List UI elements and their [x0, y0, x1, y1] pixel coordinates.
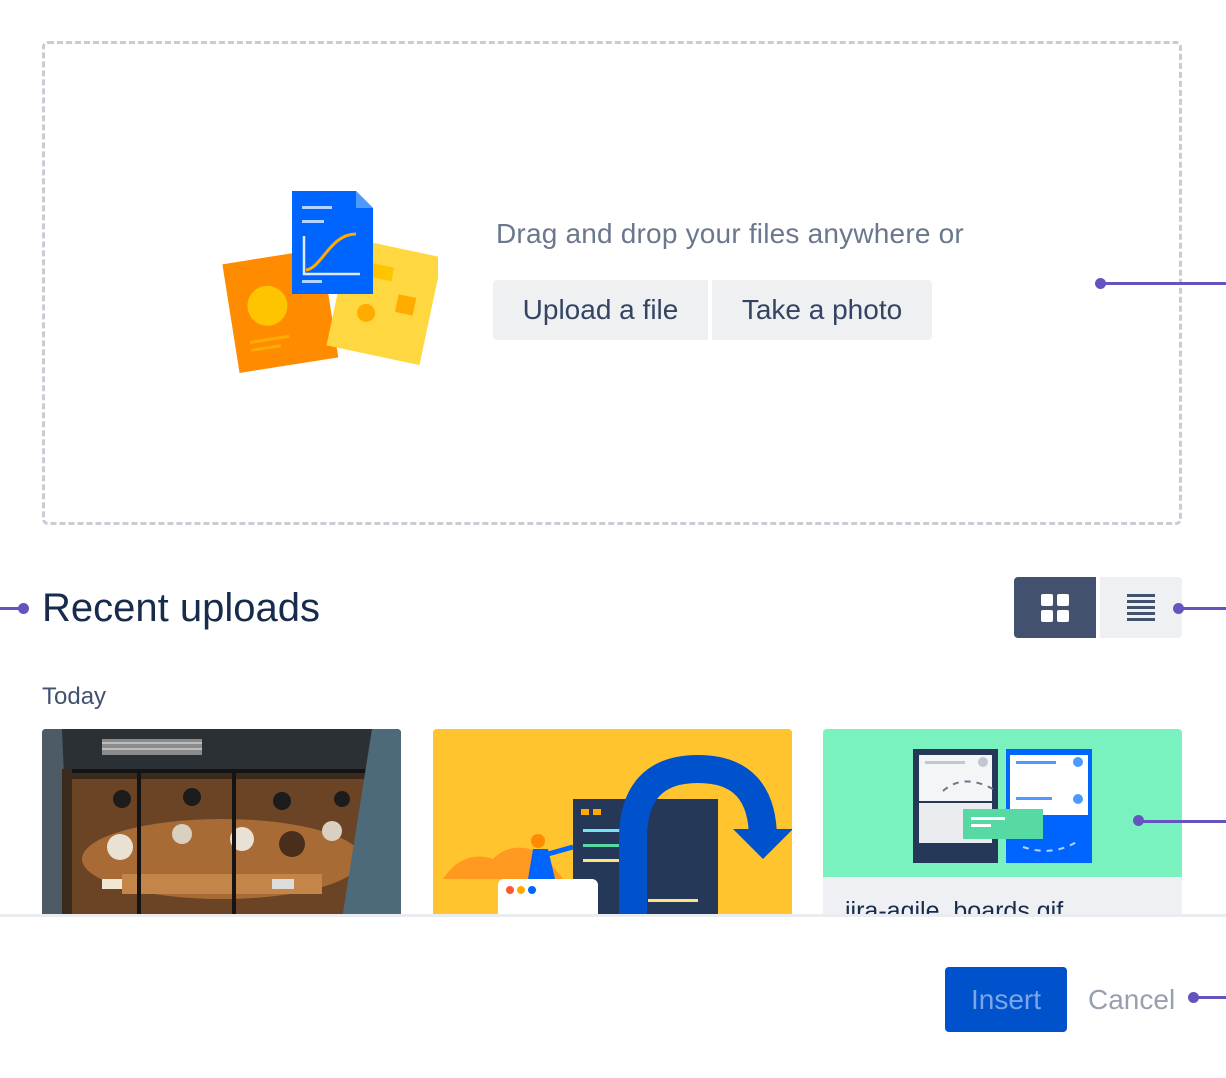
annotation-line-toggle — [1182, 607, 1226, 610]
list-view-button[interactable] — [1100, 577, 1182, 638]
upload-file-button[interactable]: Upload a file — [493, 280, 708, 340]
illustration-yellow-thumbnail — [433, 729, 792, 919]
group-date-label: Today — [42, 683, 107, 710]
insert-button[interactable]: Insert — [945, 967, 1067, 1032]
annotation-line-dropzone — [1100, 282, 1226, 285]
grid-view-button[interactable] — [1014, 577, 1096, 638]
annotation-dot-dropzone — [1095, 278, 1106, 289]
recent-uploads-title: Recent uploads — [42, 586, 320, 630]
upload-card[interactable] — [42, 729, 401, 919]
view-toggle — [1014, 577, 1182, 638]
dropzone-prompt: Drag and drop your files anywhere or — [496, 218, 964, 249]
cancel-button[interactable]: Cancel — [1080, 967, 1183, 1032]
grid-icon — [1041, 594, 1069, 622]
boards-illustration — [913, 749, 1092, 863]
footer-divider — [0, 914, 1226, 917]
annotation-dot-card — [1133, 815, 1144, 826]
annotation-dot-footer — [1188, 992, 1199, 1003]
upload-card[interactable] — [433, 729, 792, 919]
upload-card[interactable]: jira-agile_boards.gif — [823, 729, 1182, 919]
annotation-line-card — [1140, 820, 1226, 823]
office-photo-thumbnail — [42, 729, 401, 919]
annotation-dot-recent — [18, 603, 29, 614]
illustration-boards-thumbnail — [823, 729, 1182, 877]
list-icon — [1127, 594, 1155, 621]
annotation-dot-toggle — [1173, 603, 1184, 614]
take-photo-button[interactable]: Take a photo — [712, 280, 932, 340]
documents-illustration — [222, 191, 438, 373]
